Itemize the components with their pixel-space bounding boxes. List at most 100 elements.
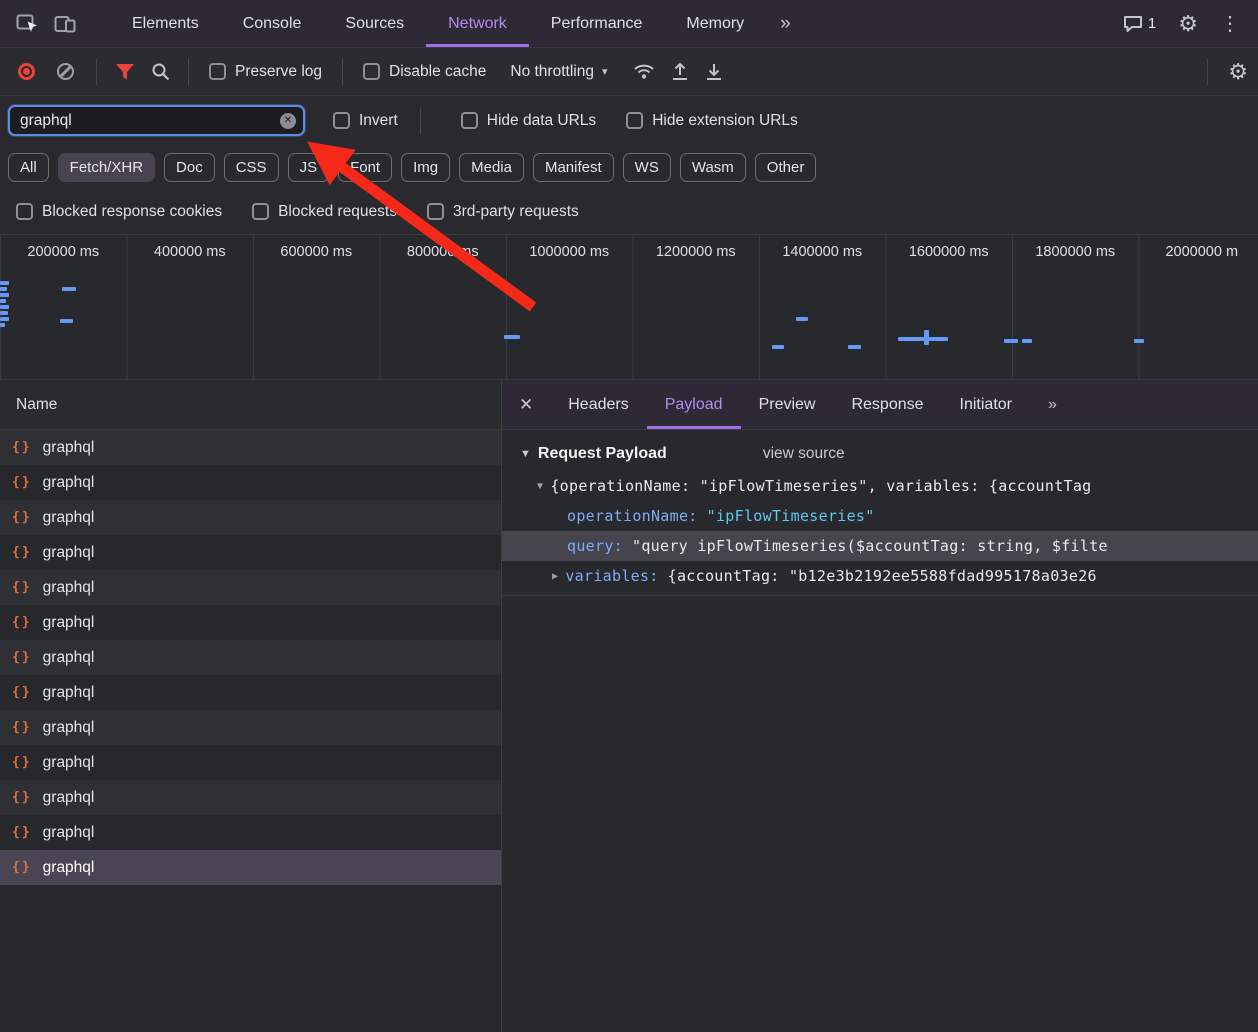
devtools-window: Elements Console Sources Network Perform… <box>0 0 1258 1032</box>
import-har-icon[interactable] <box>663 62 697 81</box>
request-row[interactable]: {}graphql <box>0 640 501 675</box>
json-braces-icon: {} <box>12 580 32 595</box>
chip-all[interactable]: All <box>8 153 49 182</box>
chip-doc[interactable]: Doc <box>164 153 215 182</box>
kebab-menu-icon[interactable]: ⋮ <box>1212 14 1248 34</box>
device-toolbar-icon[interactable] <box>46 14 84 34</box>
payload-operation-name-row[interactable]: operationName: "ipFlowTimeseries" <box>502 501 1258 531</box>
json-braces-icon: {} <box>12 440 32 455</box>
chip-media[interactable]: Media <box>459 153 524 182</box>
settings-gear-icon[interactable]: ⚙ <box>1168 13 1208 35</box>
chip-ws[interactable]: WS <box>623 153 671 182</box>
request-row[interactable]: {}graphql <box>0 570 501 605</box>
view-source-link[interactable]: view source <box>763 445 845 463</box>
tab-memory[interactable]: Memory <box>664 0 766 47</box>
request-row-selected[interactable]: {}graphql <box>0 850 501 885</box>
payload-query-row-selected[interactable]: query: "query ipFlowTimeseries($accountT… <box>502 531 1258 561</box>
third-party-requests-checkbox[interactable]: 3rd-party requests <box>427 203 579 221</box>
blocked-requests-label: Blocked requests <box>278 203 397 221</box>
request-row[interactable]: {}graphql <box>0 710 501 745</box>
tick-label: 1600000 ms <box>886 235 1013 260</box>
request-row[interactable]: {}graphql <box>0 745 501 780</box>
chip-img[interactable]: Img <box>401 153 450 182</box>
payload-variables-row[interactable]: ▶ variables: {accountTag: "b12e3b2192ee5… <box>502 561 1258 591</box>
checkbox-box <box>461 112 478 129</box>
request-name: graphql <box>43 439 95 457</box>
request-row[interactable]: {}graphql <box>0 815 501 850</box>
tree-expanded-icon[interactable]: ▼ <box>537 481 543 492</box>
checkbox-box <box>209 63 226 80</box>
blocked-response-cookies-checkbox[interactable]: Blocked response cookies <box>16 203 222 221</box>
json-braces-icon: {} <box>12 720 32 735</box>
disable-cache-checkbox[interactable]: Disable cache <box>363 63 486 81</box>
console-messages-button[interactable]: 1 <box>1115 14 1164 33</box>
chip-other[interactable]: Other <box>755 153 817 182</box>
divider <box>502 595 1258 596</box>
tab-network[interactable]: Network <box>426 0 529 47</box>
request-row[interactable]: {} graphql <box>0 430 501 465</box>
request-name: graphql <box>43 684 95 702</box>
throttling-value: No throttling <box>510 63 594 81</box>
throttling-dropdown[interactable]: No throttling ▾ <box>510 63 607 81</box>
json-braces-icon: {} <box>12 755 32 770</box>
request-row[interactable]: {}graphql <box>0 465 501 500</box>
chip-js[interactable]: JS <box>288 153 330 182</box>
tab-initiator[interactable]: Initiator <box>942 380 1030 429</box>
filter-icon[interactable] <box>107 63 143 81</box>
clear-network-log-icon[interactable] <box>57 63 74 80</box>
tab-payload[interactable]: Payload <box>647 380 741 429</box>
name-column-header[interactable]: Name <box>0 380 501 430</box>
tab-response[interactable]: Response <box>833 380 941 429</box>
more-details-tabs-icon[interactable]: » <box>1030 380 1075 429</box>
tree-collapsed-icon[interactable]: ▶ <box>552 571 558 582</box>
checkbox-box <box>252 203 269 220</box>
chip-fetch-xhr[interactable]: Fetch/XHR <box>58 153 155 182</box>
clear-filter-icon[interactable]: ✕ <box>280 113 296 129</box>
inspect-element-icon[interactable] <box>8 14 46 34</box>
payload-key: variables: <box>565 567 658 585</box>
blocked-requests-checkbox[interactable]: Blocked requests <box>252 203 397 221</box>
preserve-log-checkbox[interactable]: Preserve log <box>209 63 322 81</box>
hide-data-urls-checkbox[interactable]: Hide data URLs <box>461 112 596 130</box>
request-row[interactable]: {}graphql <box>0 605 501 640</box>
divider <box>1207 59 1208 85</box>
invert-checkbox[interactable]: Invert <box>333 112 398 130</box>
export-har-icon[interactable] <box>697 62 731 81</box>
hide-extension-urls-checkbox[interactable]: Hide extension URLs <box>626 112 798 130</box>
request-name: graphql <box>43 859 95 877</box>
search-icon[interactable] <box>143 62 178 81</box>
request-payload-section: ▼ Request Payload view source <box>502 430 1258 471</box>
payload-preview-line[interactable]: ▼ {operationName: "ipFlowTimeseries", va… <box>502 471 1258 501</box>
request-details-panel: ✕ Headers Payload Preview Response Initi… <box>502 380 1258 1032</box>
payload-preview-text: {operationName: "ipFlowTimeseries", vari… <box>550 477 1091 495</box>
close-details-icon[interactable]: ✕ <box>502 380 550 429</box>
messages-count: 1 <box>1148 15 1156 32</box>
tab-elements[interactable]: Elements <box>110 0 221 47</box>
json-braces-icon: {} <box>12 650 32 665</box>
preserve-log-label: Preserve log <box>235 63 322 81</box>
chip-wasm[interactable]: Wasm <box>680 153 746 182</box>
request-row[interactable]: {}graphql <box>0 675 501 710</box>
collapse-triangle-icon[interactable]: ▼ <box>520 448 531 460</box>
network-conditions-icon[interactable] <box>625 63 663 81</box>
network-settings-gear-icon[interactable]: ⚙ <box>1218 61 1258 83</box>
chip-css[interactable]: CSS <box>224 153 279 182</box>
request-row[interactable]: {}graphql <box>0 780 501 815</box>
chip-manifest[interactable]: Manifest <box>533 153 614 182</box>
request-row[interactable]: {}graphql <box>0 535 501 570</box>
request-row[interactable]: {}graphql <box>0 500 501 535</box>
tab-headers[interactable]: Headers <box>550 380 646 429</box>
record-network-log-button[interactable] <box>18 63 35 80</box>
payload-key: operationName: <box>567 507 698 525</box>
payload-value: {accountTag: "b12e3b2192ee5588fdad995178… <box>668 567 1097 585</box>
more-tabs-icon[interactable]: » <box>766 0 805 47</box>
timeline-overview[interactable]: 200000 ms 400000 ms 600000 ms 800000 ms … <box>0 235 1258 380</box>
tab-preview[interactable]: Preview <box>741 380 834 429</box>
chip-font[interactable]: Font <box>338 153 392 182</box>
checkbox-box <box>427 203 444 220</box>
request-name: graphql <box>43 789 95 807</box>
tab-performance[interactable]: Performance <box>529 0 665 47</box>
filter-input[interactable] <box>10 112 303 130</box>
tab-sources[interactable]: Sources <box>323 0 426 47</box>
tab-console[interactable]: Console <box>221 0 324 47</box>
